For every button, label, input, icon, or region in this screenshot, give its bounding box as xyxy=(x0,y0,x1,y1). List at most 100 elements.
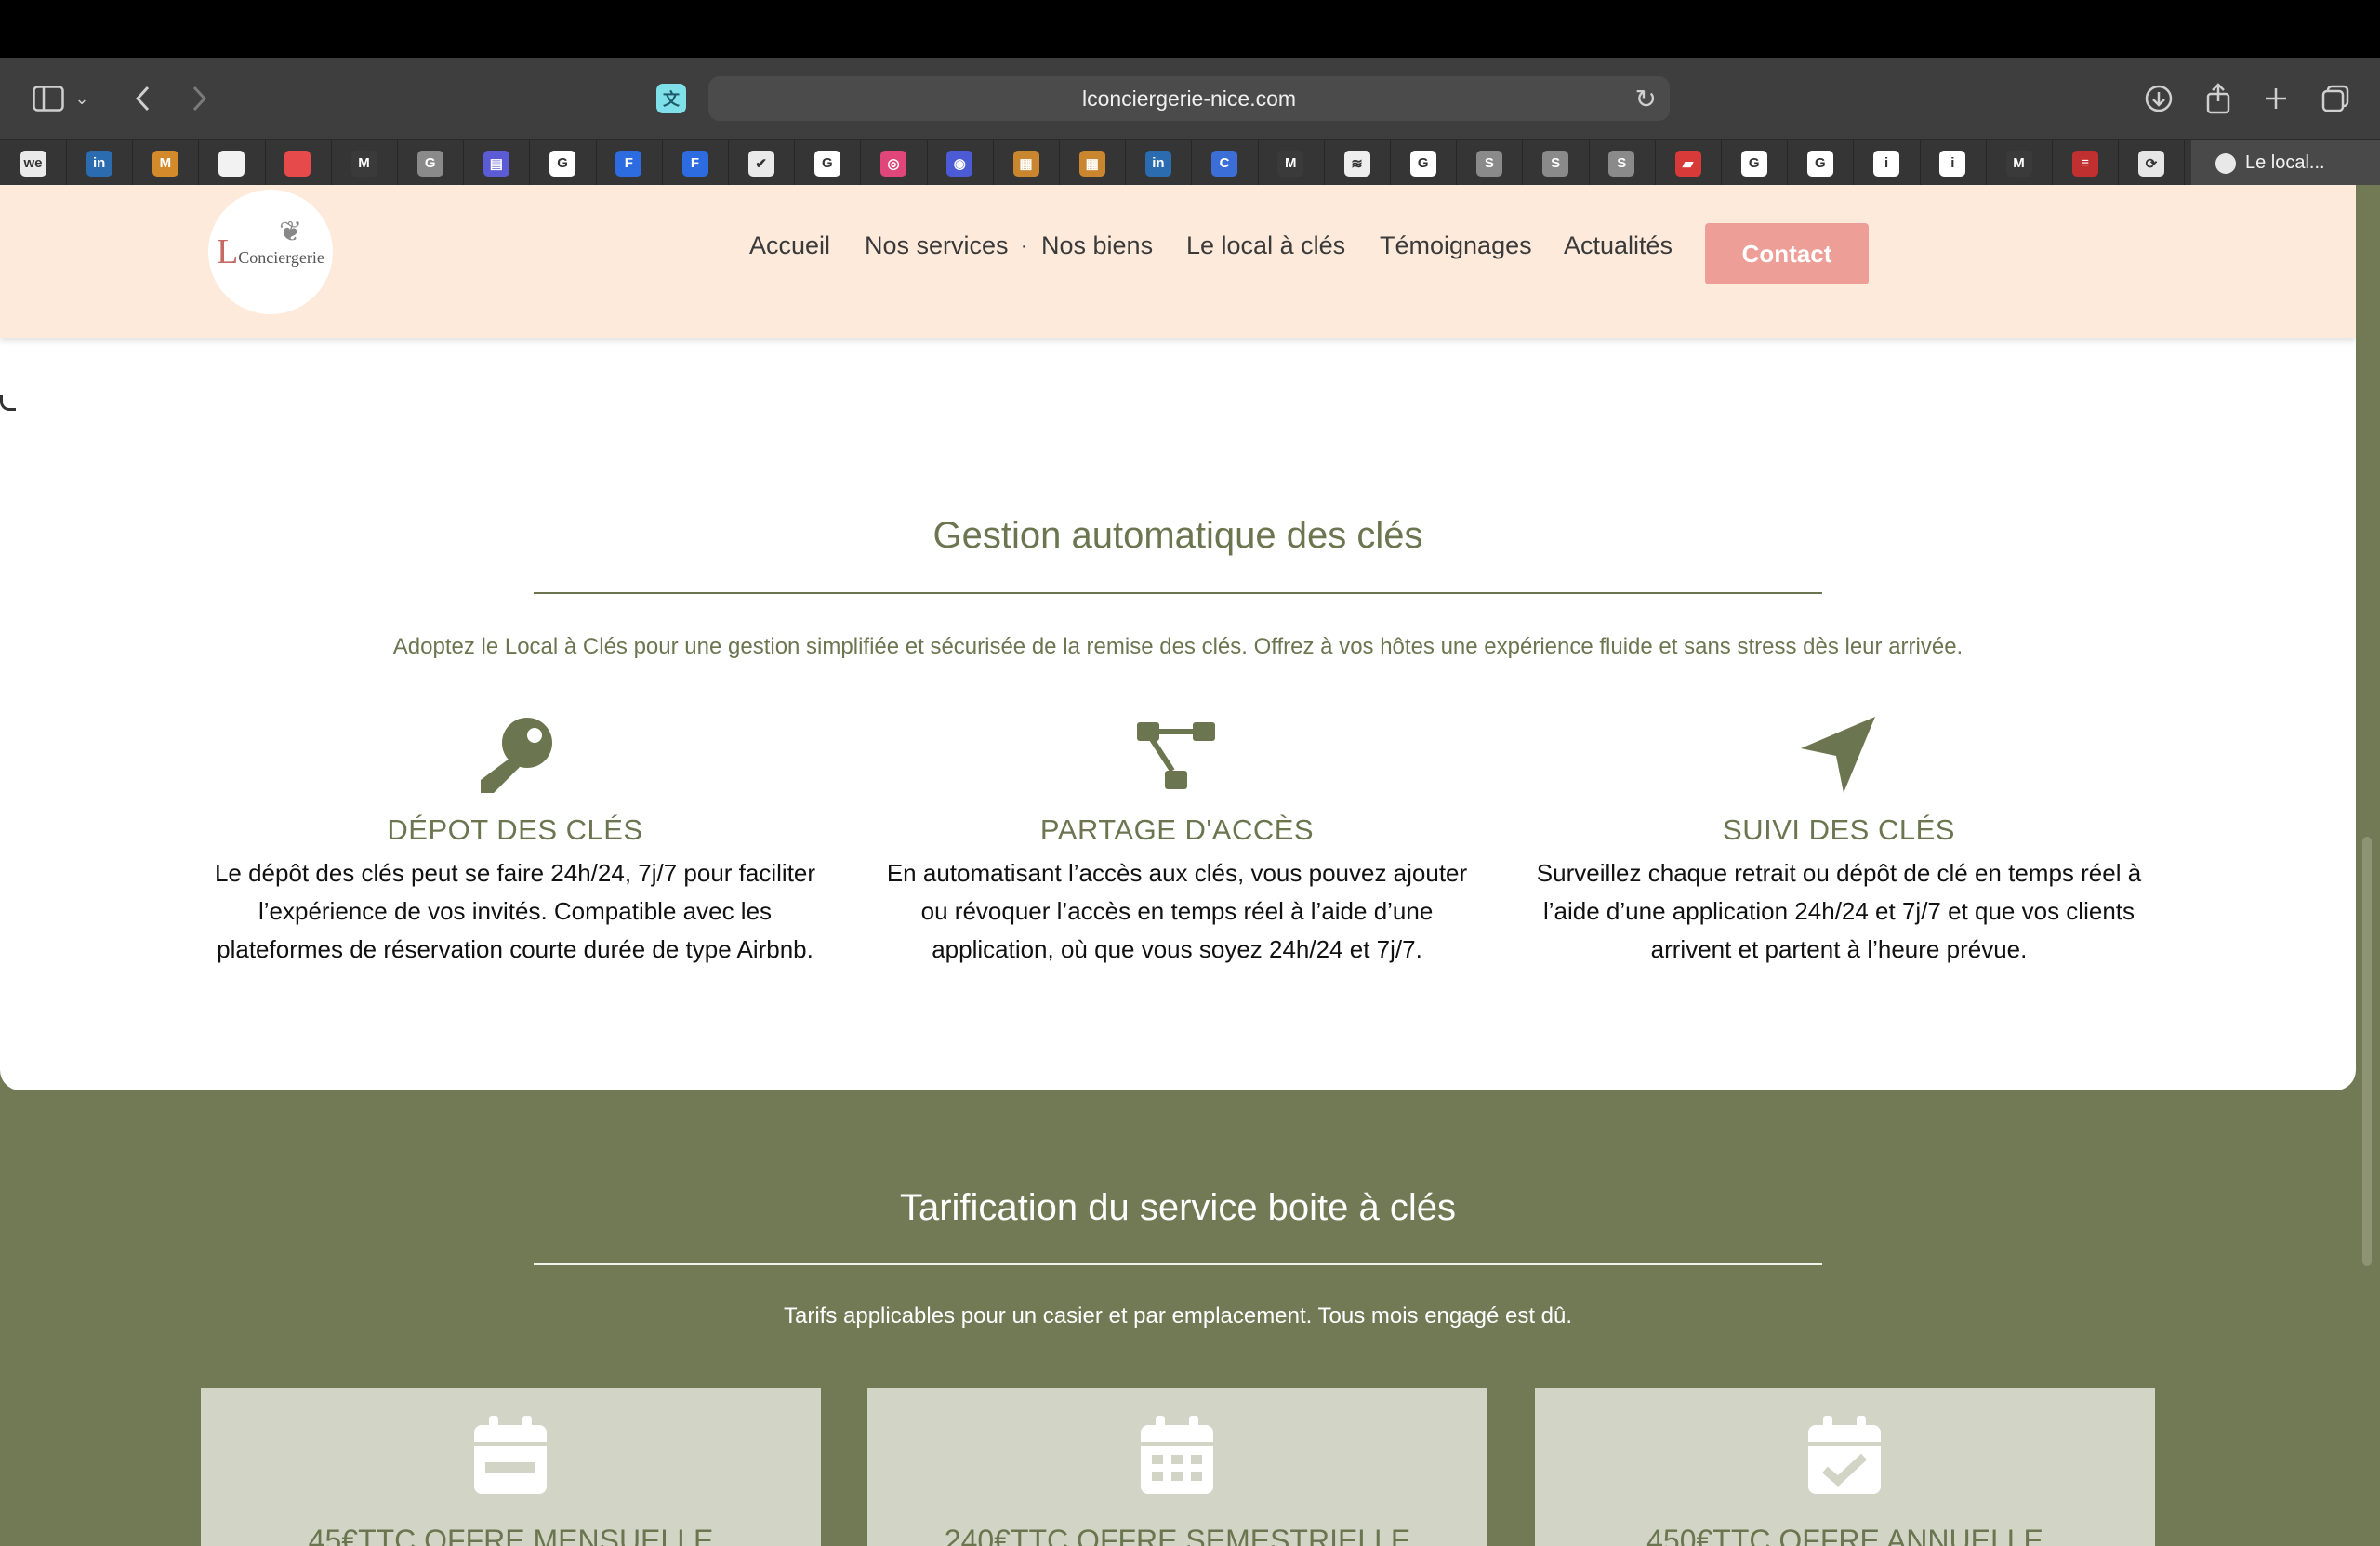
favorite-mail-icon[interactable]: M xyxy=(132,140,200,186)
browser-toolbar: ⌄ 文 lconciergerie-nice.com ↻ xyxy=(0,58,2380,139)
pricing-card-annual[interactable]: 450€TTC OFFRE ANNUELLE xyxy=(1535,1388,2155,1546)
nav-accueil[interactable]: Accueil xyxy=(749,231,830,260)
favorite-notion-icon[interactable]: we xyxy=(0,140,67,186)
favorite-google-icon[interactable]: G xyxy=(1721,140,1789,186)
favorite-google-icon[interactable]: G xyxy=(1787,140,1855,186)
browser-chrome: ⌄ 文 lconciergerie-nice.com ↻ ⟳ ≡ Mi i G G ▰ S S S… xyxy=(0,58,2380,186)
info-icon: i xyxy=(1873,150,1900,177)
favorite-google-icon[interactable]: G xyxy=(530,140,597,186)
address-bar[interactable]: lconciergerie-nice.com ↻ xyxy=(708,76,1670,121)
instagram-icon: ◎ xyxy=(880,150,907,177)
favorite-sync-icon[interactable]: ⟳ xyxy=(2118,140,2186,186)
gmail-icon: M xyxy=(350,150,377,177)
nav-nos-services[interactable]: Nos services xyxy=(865,231,1009,260)
decorative-corner xyxy=(0,395,16,411)
favorite-s-icon[interactable]: S xyxy=(1589,140,1656,186)
nav-temoignages[interactable]: Témoignages xyxy=(1380,231,1532,260)
pricing-card-semester[interactable]: 240€TTC OFFRE SEMESTRIELLE xyxy=(867,1388,1488,1546)
favorite-instagram-icon[interactable]: ◎ xyxy=(861,140,928,186)
feature-title: DÉPOT DES CLÉS xyxy=(387,813,643,846)
download-icon[interactable] xyxy=(2136,76,2181,121)
pricing-card-monthly[interactable]: 45€TTC OFFRE MENSUELLE xyxy=(201,1388,821,1546)
contact-button[interactable]: Contact xyxy=(1705,223,1869,284)
target-icon: ◉ xyxy=(946,150,973,177)
favorite-s-icon[interactable]: S xyxy=(1456,140,1524,186)
favorite-info-icon[interactable]: i xyxy=(1854,140,1921,186)
dropdown-dot-icon: · xyxy=(1021,236,1027,257)
favorite-target-icon[interactable]: ◉ xyxy=(927,140,994,186)
favorite-flag-icon[interactable]: ≡ xyxy=(2052,140,2120,186)
key-icon xyxy=(473,713,557,797)
active-tab-label: Le local... xyxy=(2245,152,2325,173)
chevron-down-icon[interactable]: ⌄ xyxy=(71,76,93,121)
calendar-check-icon xyxy=(1805,1416,1884,1496)
google-icon: G xyxy=(549,150,576,177)
notion-icon: we xyxy=(20,150,46,177)
favorite-linkedin-icon[interactable]: in xyxy=(1125,140,1193,186)
back-icon[interactable] xyxy=(121,76,165,121)
google-icon: G xyxy=(1409,150,1436,177)
linkedin-icon: in xyxy=(86,150,112,177)
feature-partage: PARTAGE D'ACCÈS En automatisant l’accès … xyxy=(852,713,1502,969)
favorite-photo-icon[interactable]: ≋ xyxy=(1324,140,1391,186)
favorite-pdf-icon[interactable]: ▰ xyxy=(1655,140,1722,186)
new-tab-icon[interactable] xyxy=(2254,76,2298,121)
print-icon: ▤ xyxy=(483,150,509,177)
flag-icon: ≡ xyxy=(2071,150,2098,177)
favorite-circle-icon[interactable] xyxy=(199,140,266,186)
feature-title: SUIVI DES CLÉS xyxy=(1723,813,1955,846)
favorite-forms-icon[interactable]: F xyxy=(662,140,729,186)
calendar-minus-icon xyxy=(470,1416,550,1496)
feature-suivi: SUIVI DES CLÉS Surveillez chaque retrait… xyxy=(1514,713,2164,969)
logo-wordmark: Conciergerie xyxy=(238,247,324,267)
favorite-check-icon[interactable]: ✔ xyxy=(728,140,796,186)
favorite-g-grey-icon[interactable]: G xyxy=(397,140,465,186)
reload-icon[interactable]: ↻ xyxy=(1635,84,1657,114)
keys-title-rule xyxy=(534,592,1822,594)
nav-local-a-cles[interactable]: Le local à clés xyxy=(1186,231,1345,260)
favorite-gmail-icon[interactable]: M xyxy=(331,140,398,186)
calendar-grid-icon xyxy=(1137,1416,1217,1496)
favorite-google-icon[interactable]: G xyxy=(794,140,862,186)
photo-icon: ≋ xyxy=(1343,150,1370,177)
pdf-icon: ▰ xyxy=(1674,150,1701,177)
favorite-info-icon[interactable]: i xyxy=(1920,140,1987,186)
favorite-gmail-icon[interactable]: M xyxy=(1986,140,2053,186)
feature-depot: DÉPOT DES CLÉS Le dépôt des clés peut se… xyxy=(190,713,840,969)
favorite-image-icon[interactable]: ▦ xyxy=(993,140,1060,186)
scrollbar-thumb[interactable] xyxy=(2362,837,2372,1266)
tab-favicon-icon xyxy=(2215,152,2236,174)
pricing-title-rule xyxy=(534,1263,1822,1265)
pricing-title: Tarification du service boite à clés xyxy=(899,1187,1457,1228)
favorite-s-icon[interactable]: S xyxy=(1523,140,1590,186)
translate-icon[interactable]: 文 xyxy=(656,84,686,113)
favorite-print-icon[interactable]: ▤ xyxy=(463,140,531,186)
active-tab[interactable]: Le local... xyxy=(2191,140,2380,186)
favorite-c-icon[interactable]: C xyxy=(1192,140,1259,186)
site-header: L Conciergerie ❦ Accueil Nos services · … xyxy=(0,185,2356,338)
c-icon: C xyxy=(1211,150,1238,177)
nav-actualites[interactable]: Actualités xyxy=(1564,231,1673,260)
keys-section-title: Gestion automatique des clés xyxy=(932,515,1423,556)
site-logo[interactable]: L Conciergerie ❦ xyxy=(208,190,333,314)
favorite-forms-icon[interactable]: F xyxy=(596,140,663,186)
sidebar-toggle-icon[interactable] xyxy=(26,76,71,121)
share-icon[interactable] xyxy=(2196,76,2241,121)
feature-text: En automatisant l’accès aux clés, vous p… xyxy=(886,859,1468,963)
forward-icon[interactable] xyxy=(177,76,221,121)
google-icon: G xyxy=(813,150,840,177)
info-icon: i xyxy=(1939,150,1966,177)
favorite-gmail-icon[interactable]: M xyxy=(1258,140,1325,186)
favorites-bar: ⟳ ≡ Mi i G G ▰ S S S G ≋ M Cin ▦ ▦ ◉ ◎ G ✔ F F G ▤ G M Min we Le lo… xyxy=(0,139,2380,186)
favorite-google-icon[interactable]: G xyxy=(1390,140,1458,186)
favorite-red-square-icon[interactable] xyxy=(265,140,332,186)
sync-icon: ⟳ xyxy=(2137,150,2164,177)
web-page: Gestion automatique des clés Adoptez le … xyxy=(0,185,2356,1546)
check-icon: ✔ xyxy=(747,150,774,177)
tab-overview-icon[interactable] xyxy=(2313,76,2358,121)
red-square-icon xyxy=(284,150,311,177)
favorite-linkedin-icon[interactable]: in xyxy=(66,140,134,186)
favorite-image-icon[interactable]: ▦ xyxy=(1059,140,1127,186)
s-icon: S xyxy=(1608,150,1635,177)
nav-nos-biens[interactable]: Nos biens xyxy=(1041,231,1153,260)
